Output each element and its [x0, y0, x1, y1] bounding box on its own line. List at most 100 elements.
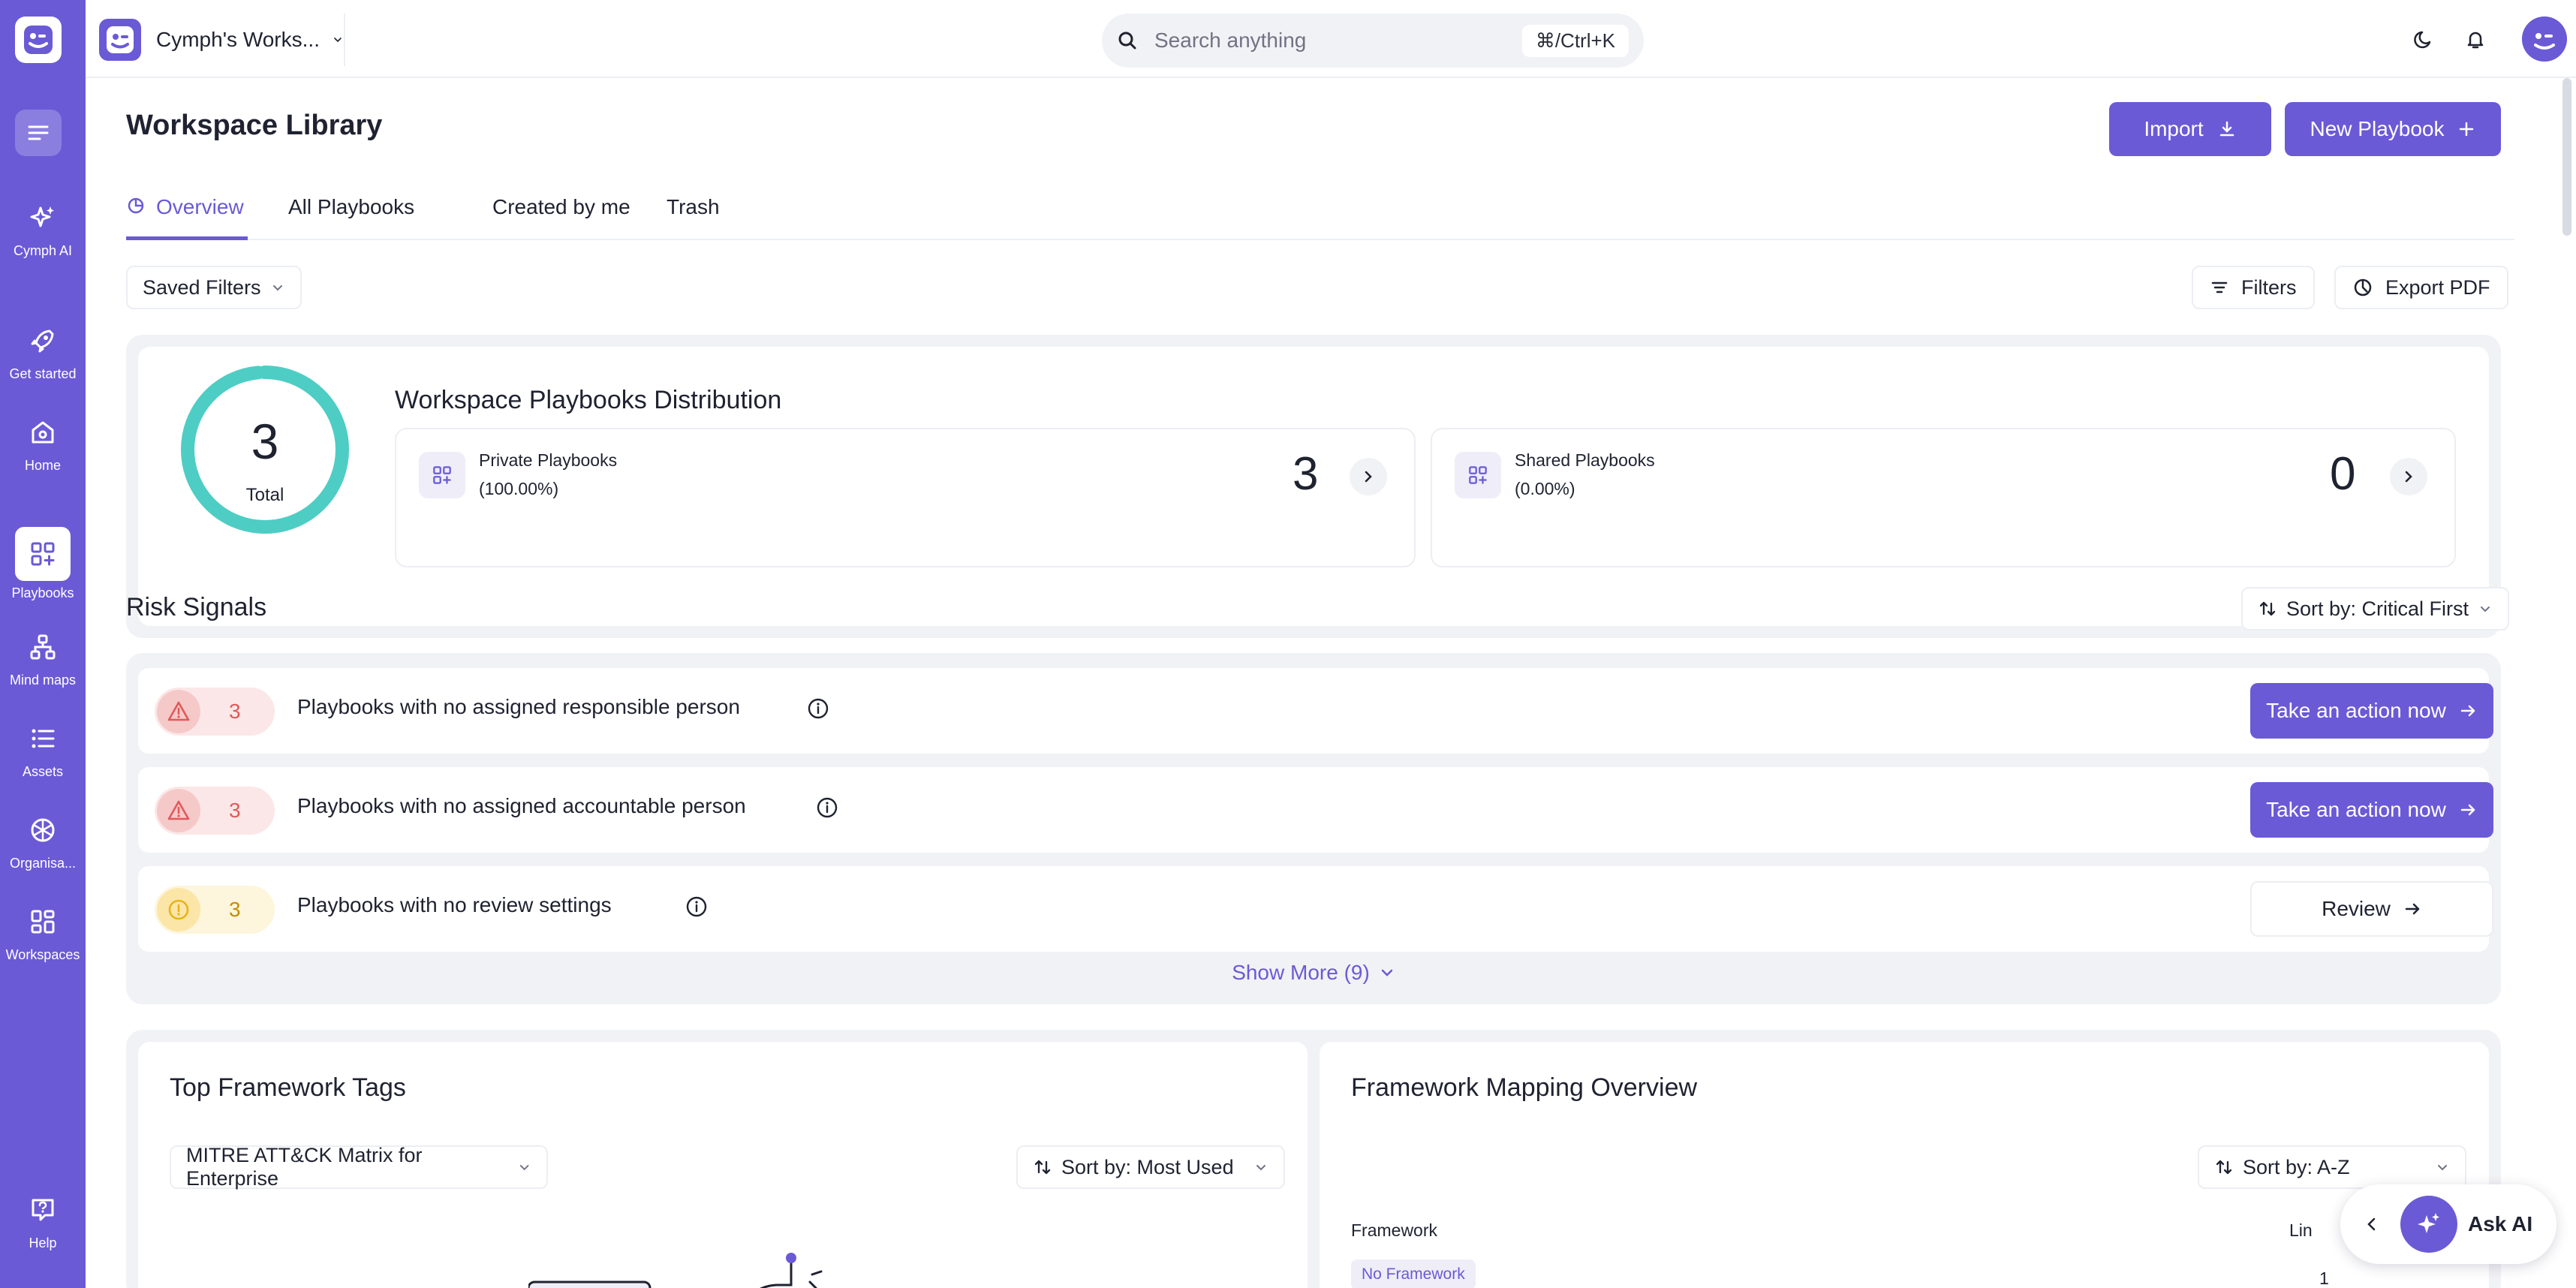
- tab-label: Trash: [667, 195, 720, 218]
- risk-signals-list: 3 Playbooks with no assigned responsible…: [126, 653, 2501, 1004]
- show-more-button[interactable]: Show More (9): [126, 961, 2501, 985]
- warning-triangle-icon: [157, 690, 200, 733]
- framework-tags-sort-dropdown[interactable]: Sort by: Most Used: [1016, 1145, 1285, 1189]
- download-icon: [2219, 121, 2234, 137]
- sort-icon: [1034, 1160, 1051, 1175]
- sidebar-item-playbooks[interactable]: Playbooks: [0, 527, 86, 601]
- tab-label: All Playbooks: [288, 195, 415, 218]
- sidebar-item-organisation[interactable]: Organisa...: [0, 809, 86, 871]
- risk-description: Playbooks with no assigned accountable p…: [297, 794, 746, 817]
- import-button[interactable]: Import: [2109, 102, 2271, 156]
- risk-sort-label: Sort by: Critical First: [2286, 597, 2469, 620]
- arrow-right-icon: [2460, 804, 2475, 816]
- tab-created-by-me[interactable]: Created by me: [492, 191, 630, 240]
- chevron-down-icon: [519, 1165, 529, 1171]
- sidebar-item-home[interactable]: Home: [0, 411, 86, 474]
- sidebar-item-label: Playbooks: [11, 585, 74, 600]
- risk-sort-dropdown[interactable]: Sort by: Critical First: [2241, 587, 2510, 630]
- distribution-title: Workspace Playbooks Distribution: [395, 386, 782, 414]
- ask-ai-button[interactable]: Ask AI: [2340, 1184, 2556, 1264]
- take-action-button[interactable]: Take an action now: [2250, 782, 2493, 838]
- framework-mapping-sort-label: Sort by: A-Z: [2243, 1155, 2350, 1178]
- framework-select-value: MITRE ATT&CK Matrix for Enterprise: [186, 1144, 423, 1190]
- sidebar-item-get-started[interactable]: Get started: [0, 320, 86, 382]
- user-avatar[interactable]: [2522, 17, 2567, 62]
- menu-icon: [28, 125, 49, 140]
- stat-percent: (0.00%): [1515, 479, 1575, 498]
- shared-playbooks-open-button[interactable]: [2390, 458, 2427, 495]
- framework-section: Top Framework Tags MITRE ATT&CK Matrix f…: [126, 1030, 2501, 1288]
- show-more-label: Show More (9): [1232, 961, 1370, 984]
- sidebar-item-assets[interactable]: Assets: [0, 718, 86, 780]
- tab-all-playbooks[interactable]: All Playbooks: [288, 191, 414, 240]
- info-icon[interactable]: [685, 895, 709, 919]
- main-content: Workspace Library Import New Playbook Ov…: [86, 78, 2576, 1288]
- stat-value: 0: [2330, 448, 2356, 500]
- sort-icon: [2259, 601, 2276, 616]
- risk-count: 3: [229, 799, 241, 822]
- moon-icon: [2414, 31, 2431, 49]
- total-count: 3: [251, 414, 279, 469]
- app-logo[interactable]: [15, 17, 62, 63]
- info-icon[interactable]: [815, 796, 839, 820]
- chevron-down-icon: [334, 38, 342, 43]
- risk-count-badge: 3: [155, 787, 275, 835]
- new-playbook-button-label: New Playbook: [2310, 117, 2445, 140]
- filters-label: Filters: [2241, 275, 2297, 299]
- distribution-card-inner: 3 Total Workspace Playbooks Distribution…: [138, 347, 2489, 626]
- sidebar-item-cymph-ai[interactable]: Cymph AI: [0, 197, 86, 259]
- sidebar-item-label: Get started: [9, 366, 77, 381]
- chevron-down-icon: [1256, 1165, 1265, 1171]
- sidebar-item-label: Organisa...: [9, 856, 77, 871]
- sidebar-toggle-button[interactable]: [15, 110, 62, 156]
- sidebar-item-help[interactable]: Help: [0, 1189, 86, 1251]
- tab-overview[interactable]: Overview: [126, 191, 248, 240]
- notifications-button[interactable]: [2459, 23, 2492, 56]
- risk-row: 3 Playbooks with no review settings Revi…: [138, 866, 2493, 952]
- export-pdf-button[interactable]: Export PDF: [2334, 266, 2508, 309]
- bell-icon: [2467, 32, 2484, 49]
- risk-count: 3: [229, 898, 241, 921]
- sidebar-item-mind-maps[interactable]: Mind maps: [0, 626, 86, 688]
- scrollbar[interactable]: [2562, 78, 2571, 236]
- sidebar-item-workspaces[interactable]: Workspaces: [0, 901, 86, 963]
- arrow-right-icon: [2405, 903, 2420, 915]
- playbooks-icon: [15, 527, 71, 581]
- stat-value: 3: [1293, 448, 1319, 500]
- tab-trash[interactable]: Trash: [667, 191, 720, 240]
- tab-label: Overview: [156, 195, 244, 218]
- private-playbooks-open-button[interactable]: [1350, 458, 1387, 495]
- review-button[interactable]: Review: [2250, 881, 2493, 937]
- risk-signals-title: Risk Signals: [126, 593, 267, 621]
- chevron-right-icon: [2405, 471, 2412, 483]
- panel-title: Top Framework Tags: [170, 1073, 406, 1102]
- framework-select[interactable]: MITRE ATT&CK Matrix for Enterprise: [170, 1144, 548, 1190]
- warning-triangle-icon: [157, 789, 200, 832]
- risk-count: 3: [229, 700, 241, 723]
- new-playbook-button[interactable]: New Playbook: [2285, 102, 2501, 156]
- framework-tag[interactable]: No Framework: [1351, 1259, 1476, 1288]
- workspace-switcher[interactable]: Cymph's Works...: [93, 14, 345, 66]
- chevron-down-icon: [2481, 606, 2490, 612]
- sidebar-item-label: Workspaces: [5, 947, 80, 962]
- take-action-button[interactable]: Take an action now: [2250, 683, 2493, 739]
- stat-percent: (100.00%): [479, 479, 559, 498]
- search-input[interactable]: Search anything ⌘/Ctrl+K: [1102, 14, 1644, 68]
- info-icon[interactable]: [806, 697, 830, 721]
- framework-mapping-sort-dropdown[interactable]: Sort by: A-Z: [2198, 1145, 2466, 1189]
- risk-row: 3 Playbooks with no assigned accountable…: [138, 767, 2493, 853]
- risk-description: Playbooks with no review settings: [297, 893, 612, 916]
- distribution-card: 3 Total Workspace Playbooks Distribution…: [126, 335, 2501, 638]
- take-action-label: Take an action now: [2266, 699, 2446, 722]
- page-title: Workspace Library: [126, 110, 383, 141]
- chevron-right-icon: [1365, 471, 1372, 483]
- theme-toggle-button[interactable]: [2408, 23, 2441, 56]
- sparkle-icon: [2400, 1196, 2457, 1253]
- framework-tags-sort-label: Sort by: Most Used: [1061, 1155, 1234, 1178]
- filters-button[interactable]: Filters: [2192, 266, 2315, 309]
- saved-filters-dropdown[interactable]: Saved Filters: [126, 266, 302, 309]
- stat-name: Shared Playbooks: [1515, 450, 1655, 470]
- stat-name: Private Playbooks: [479, 450, 618, 470]
- total-label: Total: [245, 485, 284, 505]
- plus-icon: [2460, 122, 2474, 137]
